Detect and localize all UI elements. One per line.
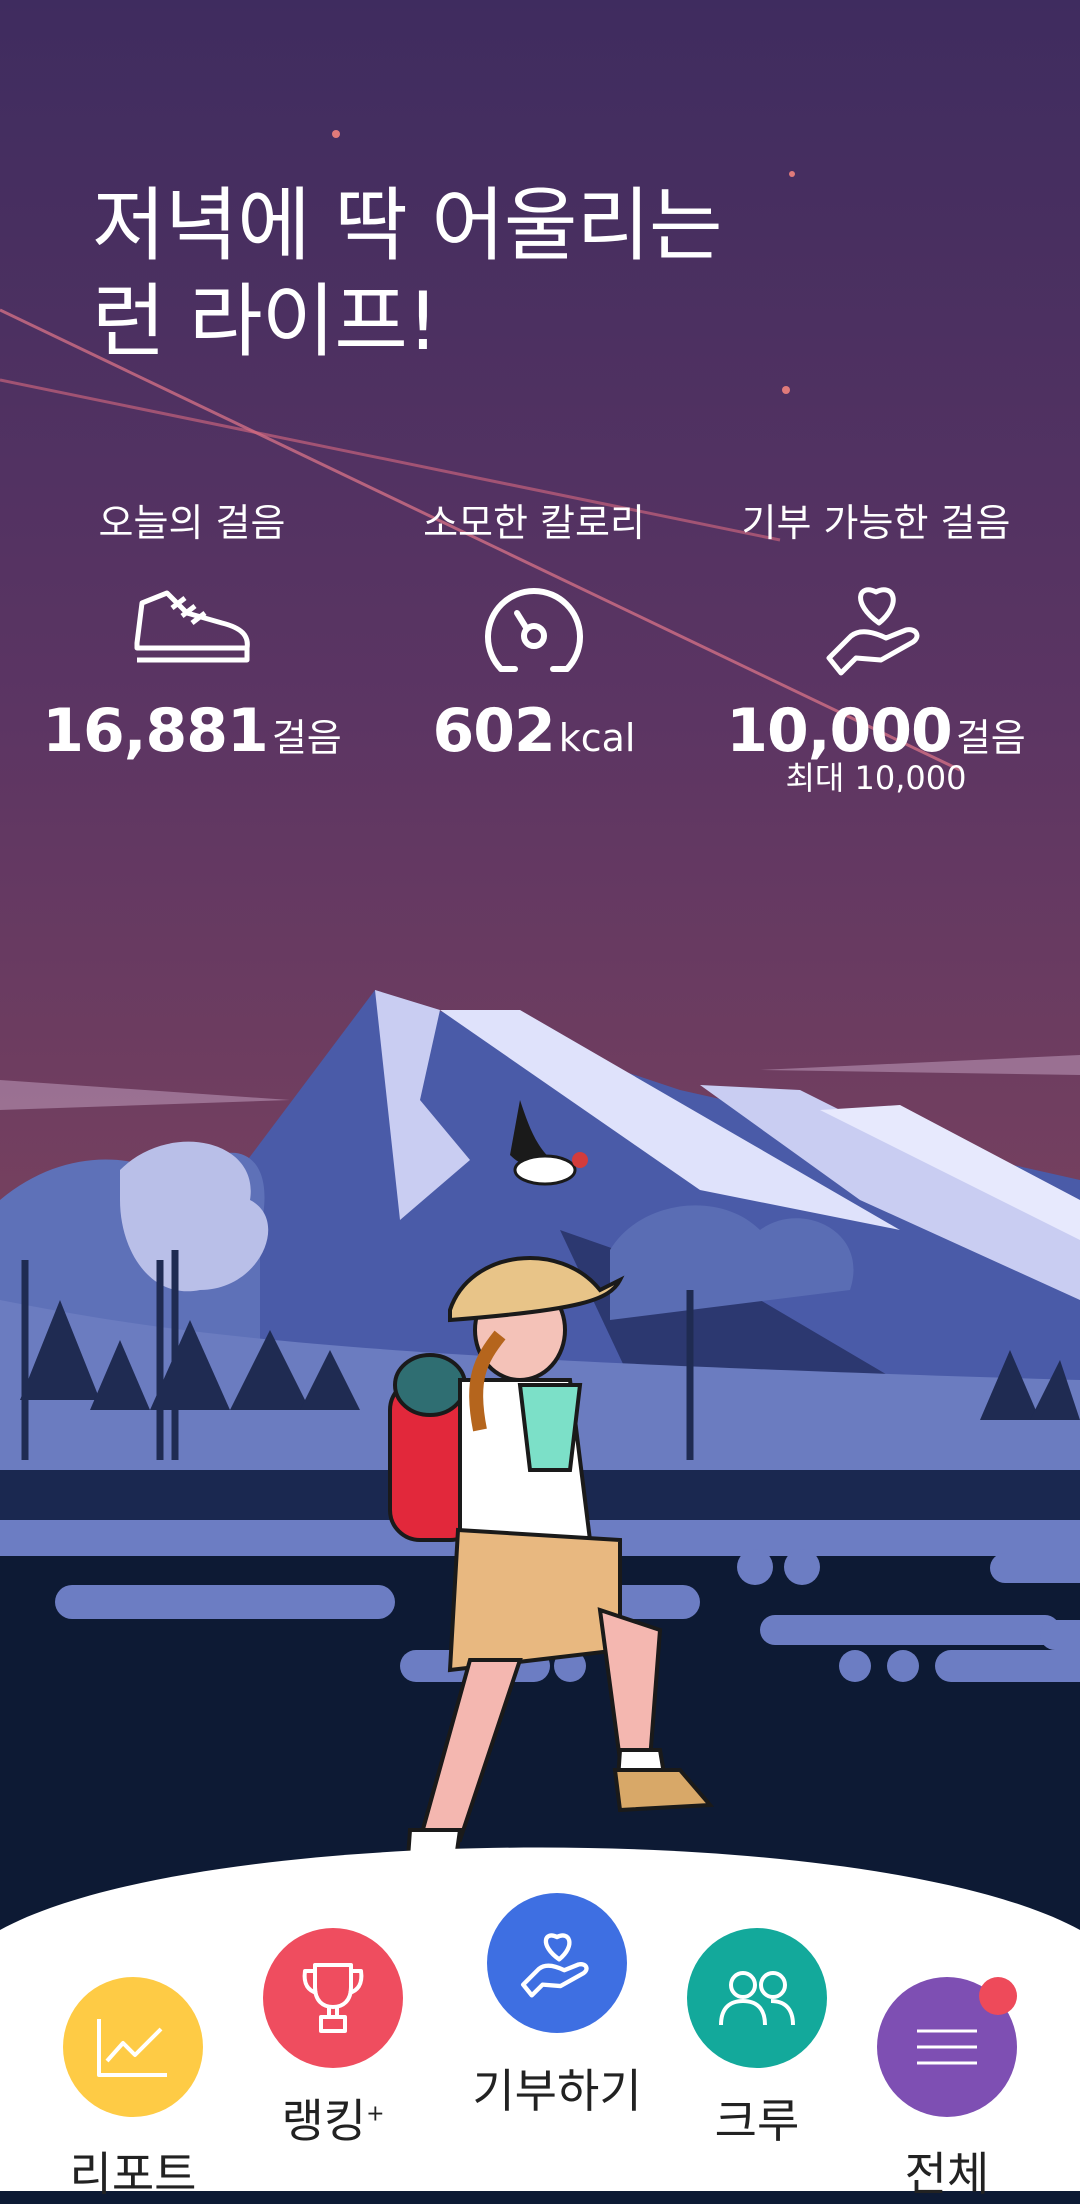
- report-button[interactable]: [63, 1977, 203, 2117]
- report-label[interactable]: 리포트: [70, 2138, 197, 2204]
- stat-steps-unit: 걸음: [271, 716, 342, 760]
- gauge-icon: [354, 568, 714, 688]
- donate-button[interactable]: [487, 1893, 627, 2033]
- stat-steps-label: 오늘의 걸음: [98, 501, 286, 545]
- donate-label[interactable]: 기부하기: [472, 2055, 641, 2121]
- ranking-label-sup: +: [366, 2101, 385, 2127]
- stat-donatable-label: 기부 가능한 걸음: [741, 501, 1011, 545]
- stat-donatable-unit: 걸음: [955, 716, 1026, 760]
- stat-steps: 오늘의 걸음 16,881 걸음: [12, 498, 372, 766]
- heart-hand-icon: [521, 1933, 589, 1998]
- trophy-icon: [302, 1963, 364, 2033]
- stat-donatable-value: 10,000: [726, 696, 953, 766]
- ranking-button[interactable]: [263, 1928, 403, 2068]
- sneaker-icon: [12, 568, 372, 688]
- chart-icon: [97, 2019, 167, 2077]
- stat-calories: 소모한 칼로리 602 kcal: [354, 498, 714, 766]
- crew-button[interactable]: [687, 1928, 827, 2068]
- people-icon: [719, 1971, 795, 2026]
- stat-calories-value-row: 602 kcal: [354, 696, 714, 766]
- all-menu-label[interactable]: 전체: [905, 2138, 990, 2204]
- headline-line-2: 런 라이프!: [92, 275, 439, 368]
- stat-donatable-steps: 기부 가능한 걸음 10,000 걸음 최대 10,000: [696, 498, 1056, 796]
- ranking-label-text: 랭킹: [281, 2094, 367, 2148]
- stat-calories-unit: kcal: [558, 716, 636, 760]
- stat-donatable-value-row: 10,000 걸음: [696, 696, 1056, 766]
- stat-calories-value: 602: [432, 696, 556, 766]
- stat-steps-value-row: 16,881 걸음: [12, 696, 372, 766]
- stat-steps-value: 16,881: [42, 696, 269, 766]
- ranking-label[interactable]: 랭킹+: [281, 2085, 384, 2151]
- heart-hand-icon: [696, 568, 1056, 688]
- menu-icon: [917, 2029, 977, 2065]
- notification-badge: [979, 1977, 1017, 2015]
- headline-line-1: 저녁에 딱 어울리는: [92, 179, 723, 272]
- crew-label[interactable]: 크루: [715, 2085, 800, 2151]
- headline: 저녁에 딱 어울리는 런 라이프!: [92, 178, 992, 370]
- stat-calories-label: 소모한 칼로리: [423, 501, 645, 545]
